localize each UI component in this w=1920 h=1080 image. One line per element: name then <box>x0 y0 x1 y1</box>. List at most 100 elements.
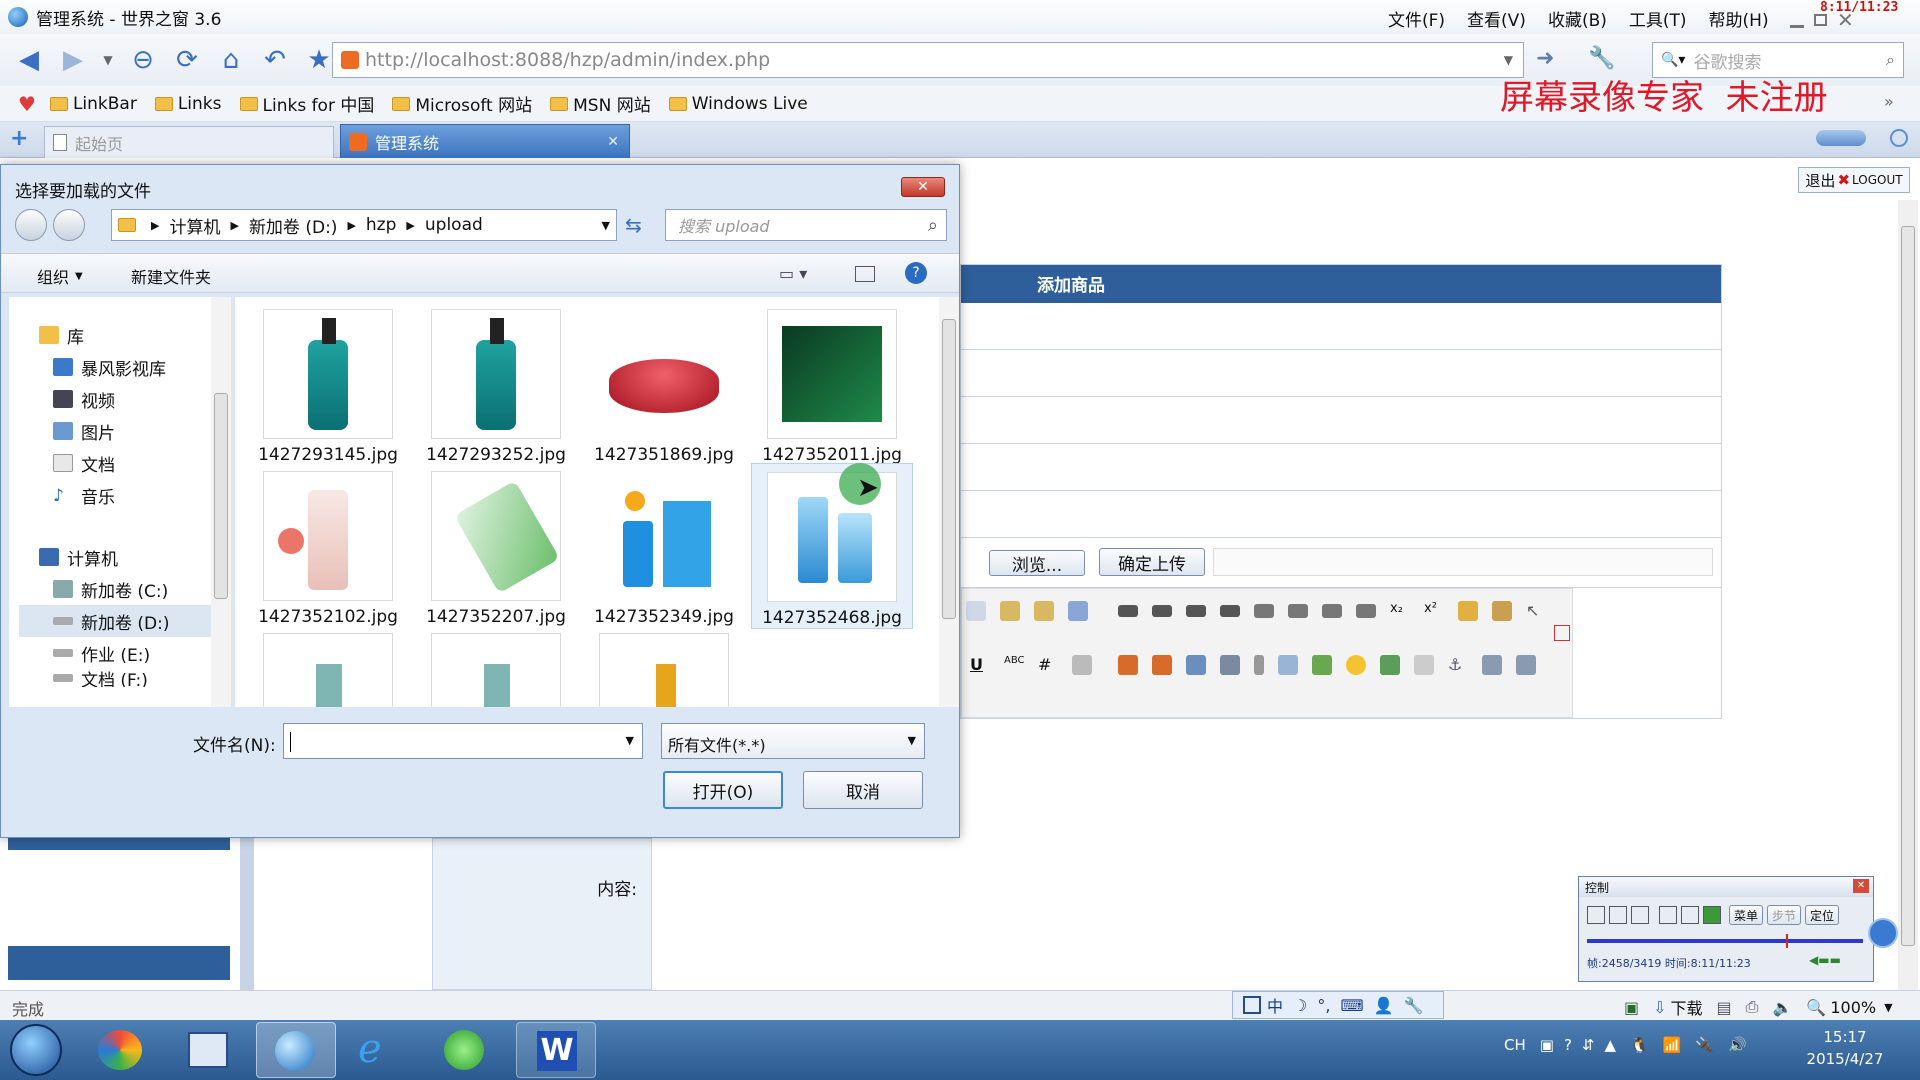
attachment-icon[interactable] <box>1254 655 1264 675</box>
prev-frame-icon[interactable] <box>1587 906 1605 924</box>
fullscreen-icon[interactable] <box>1554 625 1570 641</box>
nav-drive-d[interactable]: 新加卷 (D:) <box>19 605 219 637</box>
play-icon[interactable] <box>1703 906 1721 924</box>
stop-icon[interactable] <box>1609 906 1627 924</box>
undo-icon[interactable]: ↶ <box>258 43 292 77</box>
bookmark-linkbar[interactable]: LinkBar <box>49 94 137 114</box>
search-engine-icon[interactable]: 🔍▾ <box>1661 52 1685 68</box>
insert-file-icon[interactable] <box>1186 655 1206 675</box>
zoom-level[interactable]: 100% <box>1830 998 1876 1017</box>
unordered-list-icon[interactable] <box>1288 604 1308 618</box>
menu-favorites[interactable]: 收藏(B) <box>1548 6 1607 31</box>
menu-help[interactable]: 帮助(H) <box>1709 6 1769 31</box>
unlink-icon[interactable] <box>1516 655 1536 675</box>
taskbar-app-browser-active[interactable] <box>256 1022 336 1078</box>
breadcrumb[interactable]: ▶ 计算机 ▶ 新加卷 (D:) ▶ hzp ▶ upload ▼ <box>111 209 617 241</box>
upload-path-field[interactable] <box>1213 548 1713 576</box>
breadcrumb-hzp[interactable]: hzp <box>366 215 397 235</box>
nav-pictures[interactable]: 图片 <box>39 415 219 447</box>
emoticon-icon[interactable] <box>1346 655 1366 675</box>
ime-mode[interactable]: 中 <box>1267 993 1283 1017</box>
control-locate-button[interactable]: 定位 <box>1805 905 1839 925</box>
browse-button[interactable]: 浏览... <box>989 550 1085 576</box>
nav-storm-library[interactable]: 暴风影视库 <box>39 351 219 383</box>
ime-logo-icon[interactable] <box>1243 996 1261 1014</box>
form-row[interactable] <box>961 491 1721 538</box>
form-row[interactable] <box>961 397 1721 444</box>
nav-videos[interactable]: 视频 <box>39 383 219 415</box>
file-item[interactable] <box>253 633 403 707</box>
page-scrollbar[interactable] <box>1898 200 1918 990</box>
zoom-icon[interactable]: 🔍 <box>1806 998 1826 1017</box>
help-icon[interactable]: ? <box>905 262 927 284</box>
insert-media-icon[interactable] <box>1152 655 1172 675</box>
outdent-icon[interactable] <box>1356 604 1376 618</box>
select-all-icon[interactable]: ↖ <box>1526 601 1546 621</box>
format-brush-icon[interactable] <box>1458 601 1478 621</box>
dialog-search-input[interactable]: 搜索 upload <box>678 213 770 237</box>
cancel-button[interactable]: 取消 <box>803 771 923 809</box>
scrollbar-thumb[interactable] <box>1901 226 1915 946</box>
tab-menu-icon[interactable] <box>1890 129 1908 147</box>
next-frame-icon[interactable] <box>1631 906 1649 924</box>
ime-halfwidth-icon[interactable]: ☽ <box>1293 996 1307 1015</box>
search-icon[interactable]: ⌕ <box>928 215 938 236</box>
strikethrough-icon[interactable]: ABC <box>1004 655 1025 675</box>
page-side-circle-icon[interactable] <box>1868 918 1898 948</box>
search-icon[interactable]: ⌕ <box>1886 50 1895 70</box>
menu-file[interactable]: 文件(F) <box>1388 6 1445 31</box>
go-icon[interactable]: ➜ <box>1536 46 1554 71</box>
file-item[interactable] <box>421 633 571 707</box>
tools-wrench-icon[interactable]: 🔧 <box>1588 46 1615 71</box>
underline-icon[interactable]: U <box>970 655 990 675</box>
dialog-close-button[interactable]: ✕ <box>901 177 945 197</box>
nav-drive-c[interactable]: 新加卷 (C:) <box>39 573 219 605</box>
paste-icon[interactable] <box>1000 601 1020 621</box>
bookmark-links-china[interactable]: Links for 中国 <box>239 91 374 116</box>
favorite-star-icon[interactable]: ★ <box>302 43 336 77</box>
dialog-search-box[interactable]: 搜索 upload ⌕ <box>665 209 947 241</box>
ime-switch-icon[interactable]: ⇵ <box>1582 1036 1595 1054</box>
paste-text-icon[interactable] <box>1034 601 1054 621</box>
file-item[interactable]: 1427352207.jpg <box>421 471 571 627</box>
nav-library[interactable]: 库 <box>39 319 219 351</box>
insert-video-icon[interactable] <box>1220 655 1240 675</box>
tab-close-icon[interactable]: ✕ <box>607 134 619 150</box>
page-info-icon[interactable]: ▤ <box>1717 998 1732 1017</box>
table-icon[interactable] <box>1278 655 1298 675</box>
menu-view[interactable]: 查看(V) <box>1467 6 1526 31</box>
taskbar-app-colorful[interactable] <box>92 1026 152 1074</box>
tab-scroll-icon[interactable] <box>1816 130 1866 146</box>
network-signal-icon[interactable]: 📶 <box>1663 1036 1682 1054</box>
open-button[interactable]: 打开(O) <box>663 771 783 809</box>
back-icon[interactable]: ◀ <box>12 43 46 77</box>
bookmark-windows-live[interactable]: Windows Live <box>668 94 808 114</box>
zoom-dropdown-icon[interactable]: ▼ <box>1884 1001 1892 1014</box>
dialog-forward-icon[interactable] <box>53 209 85 241</box>
minimize-icon[interactable] <box>1790 24 1804 28</box>
file-item[interactable]: 1427352011.jpg <box>757 309 907 465</box>
image-icon[interactable] <box>1380 655 1400 675</box>
insert-flash-icon[interactable] <box>1118 655 1138 675</box>
clear-format-icon[interactable] <box>1492 601 1512 621</box>
file-item[interactable]: 1427352102.jpg <box>253 471 403 627</box>
download-icon[interactable]: ⇩ <box>1653 998 1666 1017</box>
bookmarks-more-icon[interactable]: » <box>1884 92 1894 111</box>
control-step-button[interactable]: 步节 <box>1767 905 1801 925</box>
favorites-heart-icon[interactable]: ♥ <box>18 92 36 116</box>
refresh-icon[interactable]: ⟳ <box>170 43 204 77</box>
breadcrumb-drive-d[interactable]: 新加卷 (D:) <box>249 213 338 238</box>
copy-icon[interactable] <box>966 601 986 621</box>
address-bar[interactable]: http://localhost:8088/hzp/admin/index.ph… <box>332 42 1524 78</box>
playback-progress[interactable] <box>1587 934 1863 948</box>
maximize-icon[interactable] <box>1814 14 1827 26</box>
nav-scrollbar[interactable] <box>211 297 231 707</box>
taskbar-app-green-e[interactable] <box>436 1026 496 1074</box>
nav-drive-e[interactable]: 作业 (E:) <box>39 637 219 669</box>
grid-icon[interactable]: # <box>1038 655 1058 675</box>
breadcrumb-upload[interactable]: upload <box>425 215 483 235</box>
taskbar-app-word[interactable]: W <box>516 1022 596 1078</box>
ime-user-icon[interactable]: 👤 <box>1374 996 1394 1015</box>
bookmark-msn[interactable]: MSN 网站 <box>550 91 651 116</box>
file-item[interactable] <box>589 633 739 707</box>
